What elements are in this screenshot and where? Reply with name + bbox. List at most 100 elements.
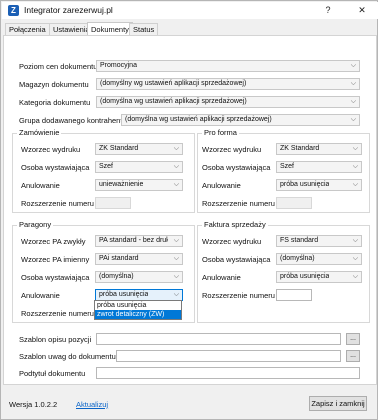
update-link[interactable]: Aktualizuj	[76, 400, 108, 409]
faktura-rozszerzenie-label: Rozszerzenie numeru	[202, 291, 275, 300]
close-icon[interactable]: ✕	[354, 4, 370, 17]
proforma-wzorzec-select[interactable]: ZK Standard ⌵	[276, 143, 362, 155]
szablon-uwag-label: Szablon uwag do dokumentu	[19, 352, 116, 361]
faktura-anulowanie-label: Anulowanie	[202, 273, 241, 282]
chevron-down-icon: ⌵	[173, 163, 179, 170]
proforma-wzorzec-label: Wzorzec wydruku	[202, 145, 262, 154]
kategoria-select[interactable]: (domyślna wg ustawień aplikacji sprzedaż…	[96, 96, 360, 108]
szablon-opisu-label: Szablon opisu pozycji	[19, 335, 92, 344]
faktura-osoba-select[interactable]: (domyślna) ⌵	[276, 253, 362, 265]
faktura-wzorzec-value: FS standard	[280, 237, 319, 244]
zamowienie-group-title: Zamówienie	[17, 128, 62, 137]
faktura-group: Faktura sprzedaży Wzorzec wydruku FS sta…	[197, 220, 370, 323]
paragony-rozszerzenie-label: Rozszerzenie numeru	[21, 309, 94, 318]
chevron-down-icon: ⌵	[173, 273, 179, 280]
chevron-down-icon: ⌵	[352, 237, 358, 244]
save-and-close-button[interactable]: Zapisz i zamknij	[309, 396, 367, 411]
szablon-uwag-input[interactable]	[116, 350, 341, 362]
chevron-down-icon: ⌵	[352, 163, 358, 170]
poziom-cen-value: Promocyjna	[100, 62, 137, 69]
paragony-osoba-label: Osoba wystawiająca	[21, 273, 90, 282]
pa-imienny-label: Wzorzec PA imienny	[21, 255, 90, 264]
paragony-anulowanie-dropdown: próba usunięcia zwrot detaliczny (ZW)	[94, 300, 182, 320]
szablon-uwag-browse-button[interactable]: ...	[346, 350, 360, 362]
pa-zwykly-select[interactable]: PA standard - bez druk ⌵	[95, 235, 183, 247]
pa-imienny-value: PAi standard	[99, 255, 139, 262]
proforma-anulowanie-value: próba usunięcia	[280, 181, 330, 188]
zamowienie-anulowanie-label: Anulowanie	[21, 181, 60, 190]
faktura-group-title: Faktura sprzedaży	[202, 220, 268, 229]
proforma-anulowanie-select[interactable]: próba usunięcia ⌵	[276, 179, 362, 191]
pa-imienny-select[interactable]: PAi standard ⌵	[95, 253, 183, 265]
grupa-value: (domyślna wg ustawień aplikacji sprzedaż…	[125, 116, 272, 123]
chevron-down-icon: ⌵	[173, 181, 179, 188]
poziom-cen-select[interactable]: Promocyjna ⌵	[96, 60, 360, 72]
pa-zwykly-value: PA standard - bez druk	[99, 237, 168, 244]
zamowienie-anulowanie-select[interactable]: unieważnienie ⌵	[95, 179, 183, 191]
faktura-wzorzec-label: Wzorzec wydruku	[202, 237, 262, 246]
zamowienie-wzorzec-select[interactable]: ZK Standard ⌵	[95, 143, 183, 155]
paragony-anulowanie-label: Anulowanie	[21, 291, 60, 300]
dropdown-option[interactable]: zwrot detaliczny (ZW)	[95, 310, 181, 319]
version-label: Wersja 1.0.2.2	[9, 400, 58, 409]
zamowienie-rozszerzenie-input[interactable]	[95, 197, 131, 209]
magazyn-label: Magazyn dokumentu	[19, 80, 89, 89]
faktura-osoba-value: (domyślna)	[280, 255, 315, 262]
podtytul-input[interactable]	[96, 367, 360, 379]
chevron-down-icon: ⌵	[173, 255, 179, 262]
kategoria-value: (domyślna wg ustawień aplikacji sprzedaż…	[100, 98, 247, 105]
proforma-rozszerzenie-label: Rozszerzenie numeru	[202, 199, 275, 208]
proforma-wzorzec-value: ZK Standard	[280, 145, 320, 152]
chevron-down-icon: ⌵	[173, 145, 179, 152]
paragony-osoba-value: (domyślna)	[99, 273, 134, 280]
zamowienie-osoba-label: Osoba wystawiająca	[21, 163, 90, 172]
grupa-label: Grupa dodawanego kontrahenta	[19, 116, 127, 125]
magazyn-value: (domyślny wg ustawień aplikacji sprzedaż…	[100, 80, 247, 87]
help-icon[interactable]: ?	[320, 4, 336, 17]
proforma-osoba-select[interactable]: Szef ⌵	[276, 161, 362, 173]
chevron-down-icon: ⌵	[350, 98, 356, 105]
dropdown-option[interactable]: próba usunięcia	[95, 301, 181, 310]
proforma-group: Pro forma Wzorzec wydruku ZK Standard ⌵ O…	[197, 128, 370, 213]
proforma-rozszerzenie-input[interactable]	[276, 197, 312, 209]
szablon-opisu-input[interactable]	[96, 333, 341, 345]
kategoria-label: Kategoria dokumentu	[19, 98, 91, 107]
zamowienie-wzorzec-label: Wzorzec wydruku	[21, 145, 81, 154]
window-title: Integrator zarezerwuj.pl	[24, 5, 113, 15]
zamowienie-osoba-select[interactable]: Szef ⌵	[95, 161, 183, 173]
faktura-anulowanie-value: próba usunięcia	[280, 273, 330, 280]
grupa-select[interactable]: (domyślna wg ustawień aplikacji sprzedaż…	[121, 114, 360, 126]
proforma-osoba-label: Osoba wystawiająca	[202, 163, 271, 172]
paragony-osoba-select[interactable]: (domyślna) ⌵	[95, 271, 183, 283]
proforma-anulowanie-label: Anulowanie	[202, 181, 241, 190]
main-window: Z Integrator zarezerwuj.pl ? ✕ Połączeni…	[0, 0, 378, 420]
paragony-group-title: Paragony	[17, 220, 54, 229]
zamowienie-rozszerzenie-label: Rozszerzenie numeru	[21, 199, 94, 208]
poziom-cen-label: Poziom cen dokumentu	[19, 62, 98, 71]
magazyn-select[interactable]: (domyślny wg ustawień aplikacji sprzedaż…	[96, 78, 360, 90]
title-bar: Z Integrator zarezerwuj.pl ? ✕	[2, 2, 378, 19]
chevron-down-icon: ⌵	[352, 181, 358, 188]
chevron-down-icon: ⌵	[350, 80, 356, 87]
zamowienie-anulowanie-value: unieważnienie	[99, 181, 144, 188]
chevron-down-icon: ⌵	[350, 62, 356, 69]
faktura-anulowanie-select[interactable]: próba usunięcia ⌵	[276, 271, 362, 283]
tab-dokumenty[interactable]: Dokumenty	[87, 22, 133, 36]
proforma-osoba-value: Szef	[280, 163, 295, 170]
chevron-down-icon: ⌵	[352, 145, 358, 152]
szablon-opisu-browse-button[interactable]: ...	[346, 333, 360, 345]
proforma-group-title: Pro forma	[202, 128, 239, 137]
chevron-down-icon: ⌵	[350, 116, 356, 123]
chevron-down-icon: ⌵	[173, 291, 179, 298]
zamowienie-group: Zamówienie Wzorzec wydruku ZK Standard ⌵ …	[12, 128, 195, 213]
zamowienie-osoba-value: Szef	[99, 163, 114, 170]
paragony-anulowanie-value: próba usunięcia	[99, 291, 149, 298]
faktura-wzorzec-select[interactable]: FS standard ⌵	[276, 235, 362, 247]
podtytul-label: Podtytuł dokumentu	[19, 369, 86, 378]
faktura-osoba-label: Osoba wystawiająca	[202, 255, 271, 264]
zamowienie-wzorzec-value: ZK Standard	[99, 145, 139, 152]
app-logo-icon: Z	[8, 5, 19, 16]
chevron-down-icon: ⌵	[352, 255, 358, 262]
chevron-down-icon: ⌵	[352, 273, 358, 280]
faktura-rozszerzenie-input[interactable]	[276, 289, 312, 301]
